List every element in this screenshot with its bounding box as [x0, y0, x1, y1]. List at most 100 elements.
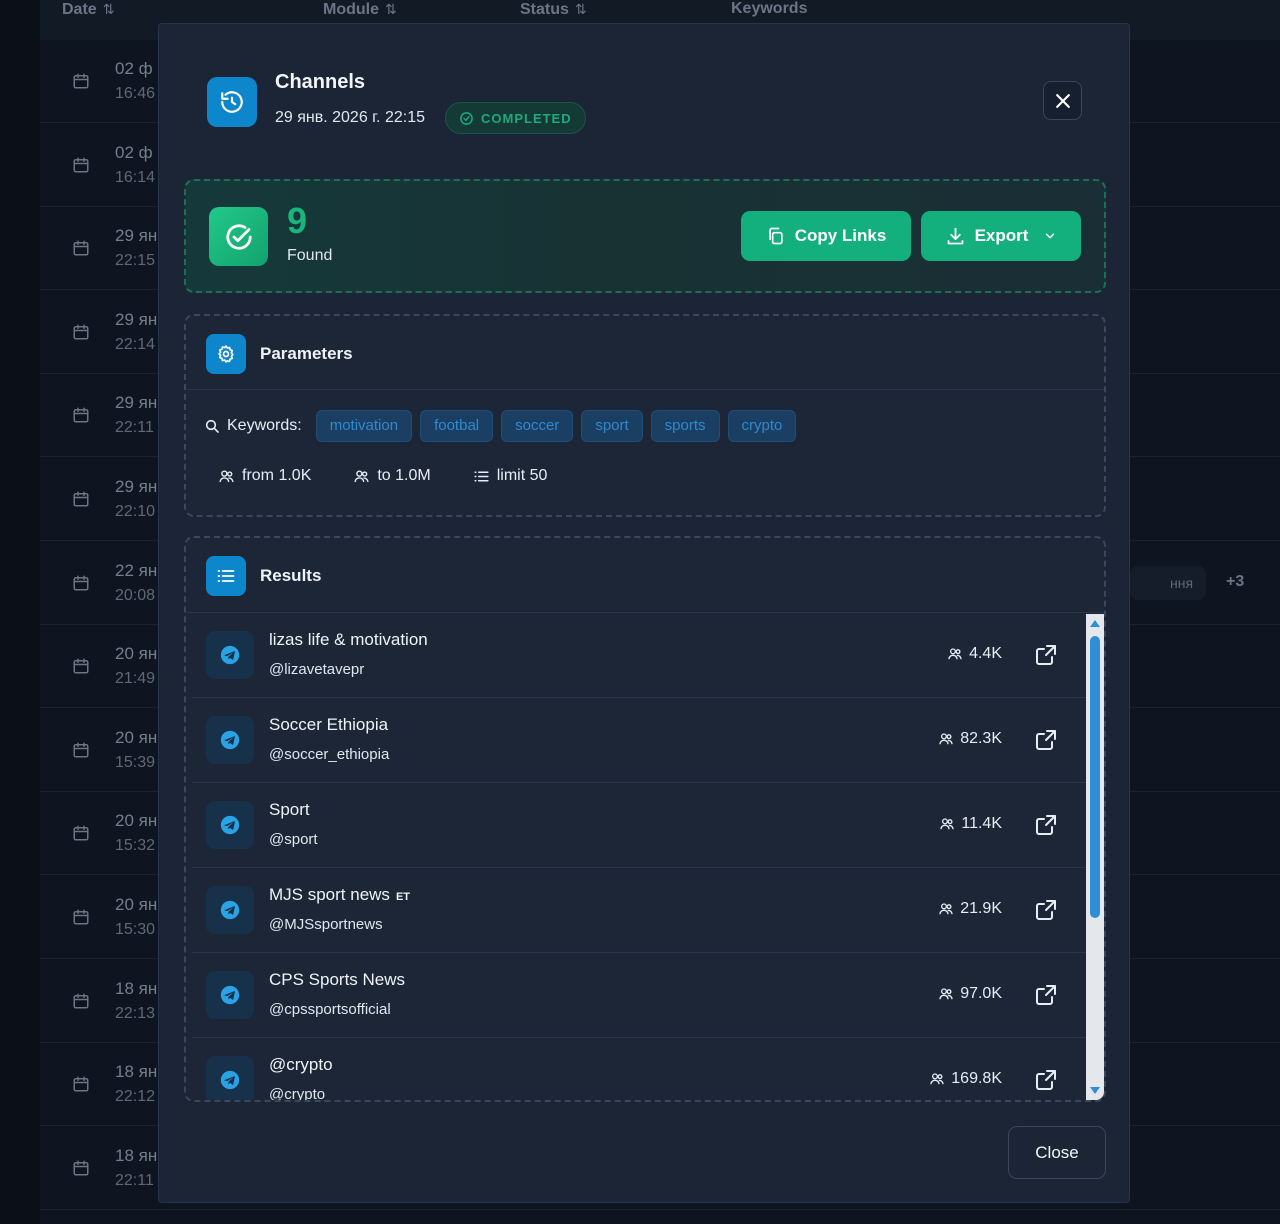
- export-button[interactable]: Export: [921, 211, 1081, 261]
- row-date: 20 ян: [115, 811, 158, 831]
- calendar-icon: [73, 1160, 89, 1176]
- copy-links-button[interactable]: Copy Links: [741, 211, 911, 261]
- subscriber-count: 4.4K: [947, 645, 1002, 663]
- row-date: 20 ян: [115, 644, 158, 664]
- telegram-icon: [206, 1056, 254, 1100]
- row-time: 15:30: [115, 921, 156, 938]
- chevron-down-icon: [1046, 233, 1055, 239]
- row-date: 20 ян: [115, 895, 158, 914]
- result-row: CPS Sports News @cpssportsofficial 97.0K: [192, 953, 1086, 1038]
- external-link-icon[interactable]: [1034, 813, 1058, 837]
- sort-icon: ⇅: [385, 1, 397, 17]
- telegram-icon: [206, 631, 254, 679]
- close-button[interactable]: Close: [1008, 1126, 1106, 1179]
- result-row: Sport @sport 11.4K: [192, 783, 1086, 868]
- success-check-icon: [209, 207, 268, 266]
- external-link-icon[interactable]: [1034, 728, 1058, 752]
- channel-handle: @sport: [269, 831, 318, 848]
- calendar-icon: [73, 658, 89, 674]
- users-icon: [930, 1073, 944, 1085]
- telegram-icon: [206, 716, 254, 764]
- results-scrollbar[interactable]: [1086, 614, 1104, 1100]
- subscriber-count: 169.8K: [929, 1070, 1002, 1088]
- keyword-chip: ння: [1130, 566, 1206, 600]
- telegram-icon: [206, 801, 254, 849]
- list-icon: [206, 556, 246, 596]
- sort-icon: ⇅: [574, 1, 587, 17]
- row-time: 22:14: [115, 335, 156, 353]
- row-time: 22:15: [115, 252, 156, 270]
- result-limit: limit 50: [473, 467, 547, 485]
- row-time: 22:10: [115, 503, 156, 520]
- close-icon: [1055, 93, 1070, 108]
- external-link-icon[interactable]: [1034, 1068, 1058, 1092]
- check-circle-icon: [460, 111, 473, 125]
- keyword-tag: footbal: [420, 410, 494, 442]
- calendar-icon: [73, 73, 89, 89]
- row-time: 22:11: [115, 1171, 154, 1189]
- subscriber-count: 11.4K: [939, 815, 1002, 833]
- modal-title: Channels: [275, 71, 366, 93]
- calendar-icon: [73, 1076, 89, 1092]
- row-date: 20 ян: [115, 727, 158, 747]
- result-row: MJS sport news ET @MJSsportnews 21.9K: [192, 868, 1086, 953]
- channels-modal: Channels 29 янв. 2026 г. 22:15 COMPLETED…: [158, 23, 1130, 1203]
- row-time: 22:13: [115, 1004, 156, 1022]
- modal-date: 29 янв. 2026 г. 22:15: [275, 109, 425, 126]
- users-icon: [939, 733, 953, 745]
- keyword-tag: crypto: [727, 410, 797, 442]
- row-time: 20:08: [115, 586, 156, 604]
- external-link-icon[interactable]: [1034, 983, 1058, 1007]
- users-icon: [939, 903, 953, 915]
- keyword-tag: sports: [650, 410, 720, 442]
- channel-name: Soccer Ethiopia: [269, 715, 389, 734]
- column-keywords: Keywords: [731, 0, 808, 17]
- calendar-icon: [73, 742, 89, 758]
- calendar-icon: [73, 324, 89, 340]
- row-date: 18 ян: [115, 1062, 158, 1082]
- gear-icon: [206, 334, 246, 374]
- results-title: Results: [260, 566, 322, 585]
- calendar-icon: [73, 157, 89, 173]
- channel-name: MJS sport news ET: [269, 885, 410, 904]
- users-icon: [219, 469, 234, 482]
- row-time: 22:11: [115, 419, 154, 437]
- telegram-icon: [206, 886, 254, 934]
- users-icon: [939, 988, 953, 1000]
- users-icon: [948, 648, 962, 660]
- external-link-icon[interactable]: [1034, 898, 1058, 922]
- calendar-icon: [73, 825, 89, 841]
- filter-meta: from 1.0K to 1.0M limit 50: [218, 467, 547, 485]
- channel-handle: @cpssportsofficial: [269, 1001, 391, 1018]
- calendar-icon: [73, 407, 89, 423]
- row-time: 16:46: [115, 85, 156, 102]
- parameters-panel: Parameters Keywords: motivation footbal so…: [184, 314, 1106, 517]
- row-date: 22 ян: [115, 560, 158, 580]
- scroll-thumb[interactable]: [1090, 636, 1100, 918]
- search-icon: [205, 419, 219, 433]
- external-link-icon[interactable]: [1034, 643, 1058, 667]
- list-icon: [474, 471, 489, 481]
- scroll-down-arrow[interactable]: [1090, 1087, 1100, 1094]
- subscriber-count: 97.0K: [938, 985, 1002, 1003]
- results-panel: Results lizas life & motivation @lizaveta…: [184, 536, 1106, 1102]
- result-row: lizas life & motivation @lizavetavepr 4.4K: [192, 613, 1086, 698]
- row-date: 02 ф: [115, 59, 153, 78]
- results-list: lizas life & motivation @lizavetavepr 4.4K…: [192, 613, 1086, 1100]
- row-date: 18 ян: [115, 1145, 158, 1165]
- keyword-tag: soccer: [501, 410, 574, 442]
- keywords-label: Keywords:: [227, 417, 302, 434]
- telegram-icon: [206, 971, 254, 1019]
- column-module[interactable]: Module ⇅: [323, 0, 397, 20]
- users-icon: [354, 469, 369, 482]
- calendar-icon: [73, 240, 89, 256]
- column-status[interactable]: Status ⇅: [520, 0, 587, 20]
- scroll-up-arrow[interactable]: [1090, 620, 1100, 627]
- row-date: 29 ян: [115, 393, 158, 413]
- row-date: 29 ян: [115, 477, 158, 496]
- column-date[interactable]: Date ⇅: [62, 0, 114, 20]
- row-time: 15:39: [115, 753, 156, 771]
- row-date: 18 ян: [115, 978, 158, 998]
- close-modal-button[interactable]: [1043, 81, 1082, 120]
- channel-name: @crypto: [269, 1055, 333, 1074]
